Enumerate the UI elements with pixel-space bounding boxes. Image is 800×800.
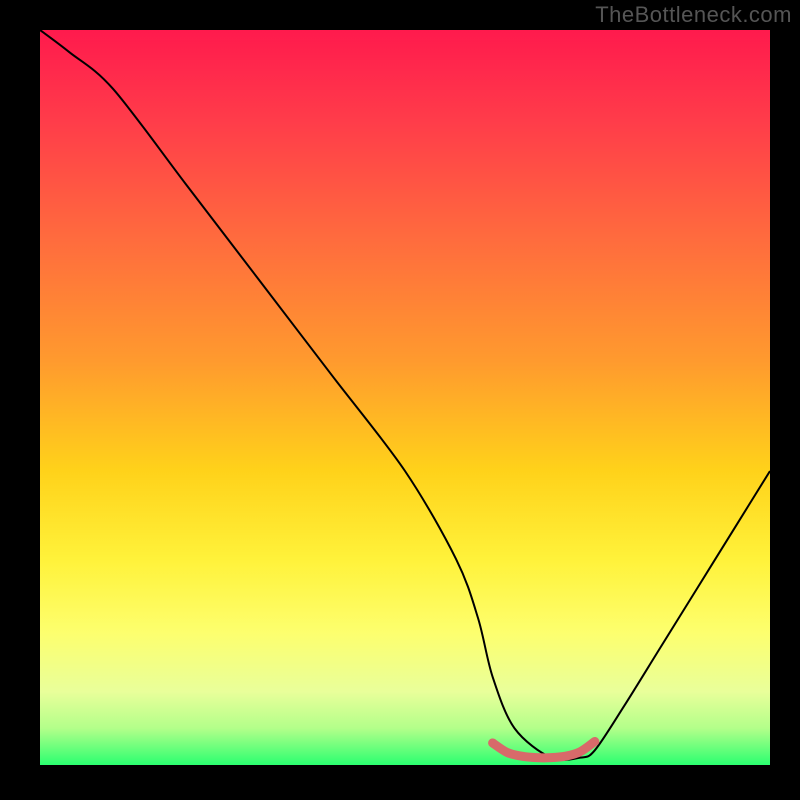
bottleneck-plot bbox=[0, 0, 800, 800]
watermark-text: TheBottleneck.com bbox=[595, 2, 792, 28]
gradient-background bbox=[40, 30, 770, 765]
chart-container: TheBottleneck.com bbox=[0, 0, 800, 800]
